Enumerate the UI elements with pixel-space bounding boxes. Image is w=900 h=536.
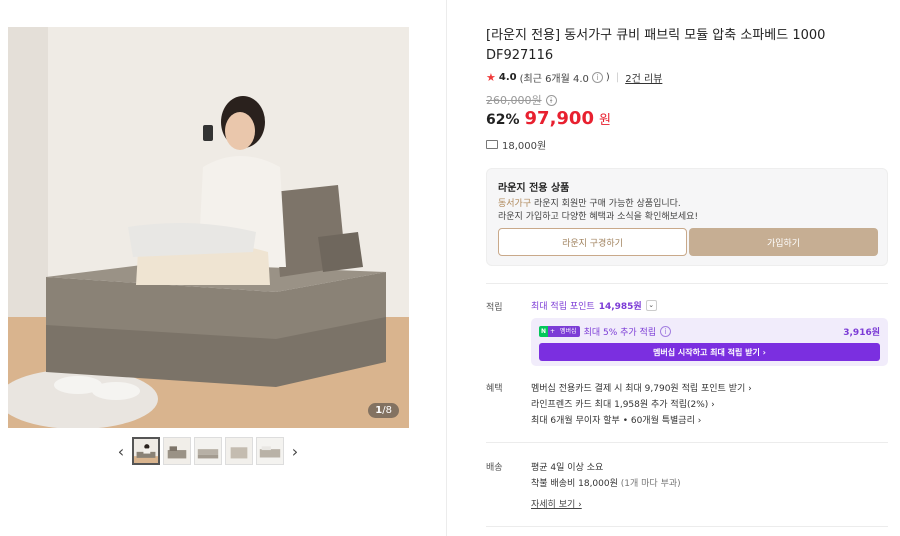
delivery-fee-sub: (1개 마다 부과) [617,479,681,489]
sofa-photo [8,27,409,428]
membership-badge-label: 멤버십 [557,326,580,337]
divider [486,283,888,284]
delivery-fee-row: 착불 배송비 18,000원 (1개 마다 부과) [531,476,681,489]
thumbnail-4[interactable] [225,437,253,465]
counter-total: /8 [382,405,392,416]
npay-membership-badge: N + 멤버십 [539,326,580,337]
shipping-fee-row: 18,000원 [486,137,546,152]
price-info-icon[interactable]: i [545,94,557,106]
delivery-detail-link[interactable]: 자세히 보기 › [531,497,582,510]
main-product-image[interactable]: 1/8 [8,27,409,428]
thumbnail-1[interactable] [132,437,160,465]
max-points-row[interactable]: 최대 적립 포인트 14,985원 ⌄ [531,299,657,312]
thumb-next-button[interactable]: › [287,437,303,465]
thumbnail-3[interactable] [194,437,222,465]
naver-n-icon: N [539,326,548,337]
delivery-time: 평균 4일 이상 소요 [531,463,604,473]
benefit-item-linefriends-card[interactable]: 라인프렌즈 카드 최대 1,958원 추가 적립(2%) › [531,397,715,410]
rating-info-icon[interactable]: i [591,72,603,83]
delivery-label: 배송 [486,463,503,473]
star-icon: ★ [486,71,496,84]
thumbnail-strip: ‹ › [113,437,303,465]
sale-price: 97,900 [524,108,594,129]
npay-extra-points-amount: 3,916원 [843,328,880,338]
thumbnail-2[interactable] [163,437,191,465]
npay-membership-button[interactable]: 멤버십 시작하고 최대 적립 받기 › [539,343,880,361]
rating-score: 4.0 [498,72,517,83]
lounge-desc1-text: 라운지 회원만 구매 가능한 상품입니다. [531,199,681,209]
shipping-fee: 18,000원 [502,141,547,152]
rating-row: ★ 4.0 (최근 6개월 4.0 i ) | 2건 리뷰 [486,70,662,85]
lounge-description-1: 동서가구 라운지 회원만 구매 가능한 상품입니다. [498,196,681,209]
thumb-prev-button[interactable]: ‹ [113,437,129,465]
npay-extra-points-row: N + 멤버십 최대 5% 추가 적립 i [539,325,672,338]
npay-extra-points-text: 최대 5% 추가 적립 [583,328,657,338]
product-title: [라운지 전용] 동서가구 큐비 패브릭 모듈 압축 소파베드 1000 DF9… [486,28,826,63]
lounge-exclusive-box: 라운지 전용 상품 동서가구 라운지 회원만 구매 가능한 상품입니다. 라운지… [486,168,888,266]
lounge-join-button[interactable]: 가입하기 [689,228,878,256]
chevron-down-icon[interactable]: ⌄ [645,300,657,311]
benefits-label: 혜택 [486,384,503,394]
divider [486,526,888,527]
npay-membership-box: N + 멤버십 최대 5% 추가 적립 i 3,916원 멤버십 시작하고 최대… [531,318,888,366]
rating-detail-end: ) [605,72,610,83]
lounge-description-2: 라운지 가입하고 다양한 혜택과 소식을 확인해보세요! [498,212,699,222]
lounge-look-button[interactable]: 라운지 구경하기 [498,228,687,256]
lounge-title: 라운지 전용 상품 [498,183,570,194]
npay-info-icon[interactable]: i [660,326,672,337]
original-price-row: 260,000원 i [486,92,557,108]
original-price: 260,000원 [486,94,542,107]
sale-price-row: 62% 97,900 원 [486,108,611,129]
review-link[interactable]: 2건 리뷰 [625,70,662,85]
benefit-item-card-points[interactable]: 멤버십 전용카드 결제 시 최대 9,790원 적립 포인트 받기 › [531,381,752,394]
lounge-brand: 동서가구 [498,199,532,209]
product-gallery: 1/8 ‹ › [0,0,447,536]
image-counter: 1/8 [368,403,399,418]
discount-rate: 62% [486,112,520,128]
divider [486,442,888,443]
thumbnail-5[interactable] [256,437,284,465]
benefit-item-installment[interactable]: 최대 6개월 무이자 할부 • 60개월 특별금리 › [531,413,701,426]
points-label: 적립 [486,303,503,313]
delivery-fee-main: 착불 배송비 18,000원 [531,479,618,489]
plus-icon: + [548,326,557,337]
rating-separator: | [615,72,620,83]
max-points-text: 최대 적립 포인트 [531,302,595,312]
max-points-value: 14,985원 [598,302,642,312]
sale-price-unit: 원 [598,113,611,128]
truck-icon [486,140,498,149]
rating-detail: (최근 6개월 4.0 [519,74,589,85]
